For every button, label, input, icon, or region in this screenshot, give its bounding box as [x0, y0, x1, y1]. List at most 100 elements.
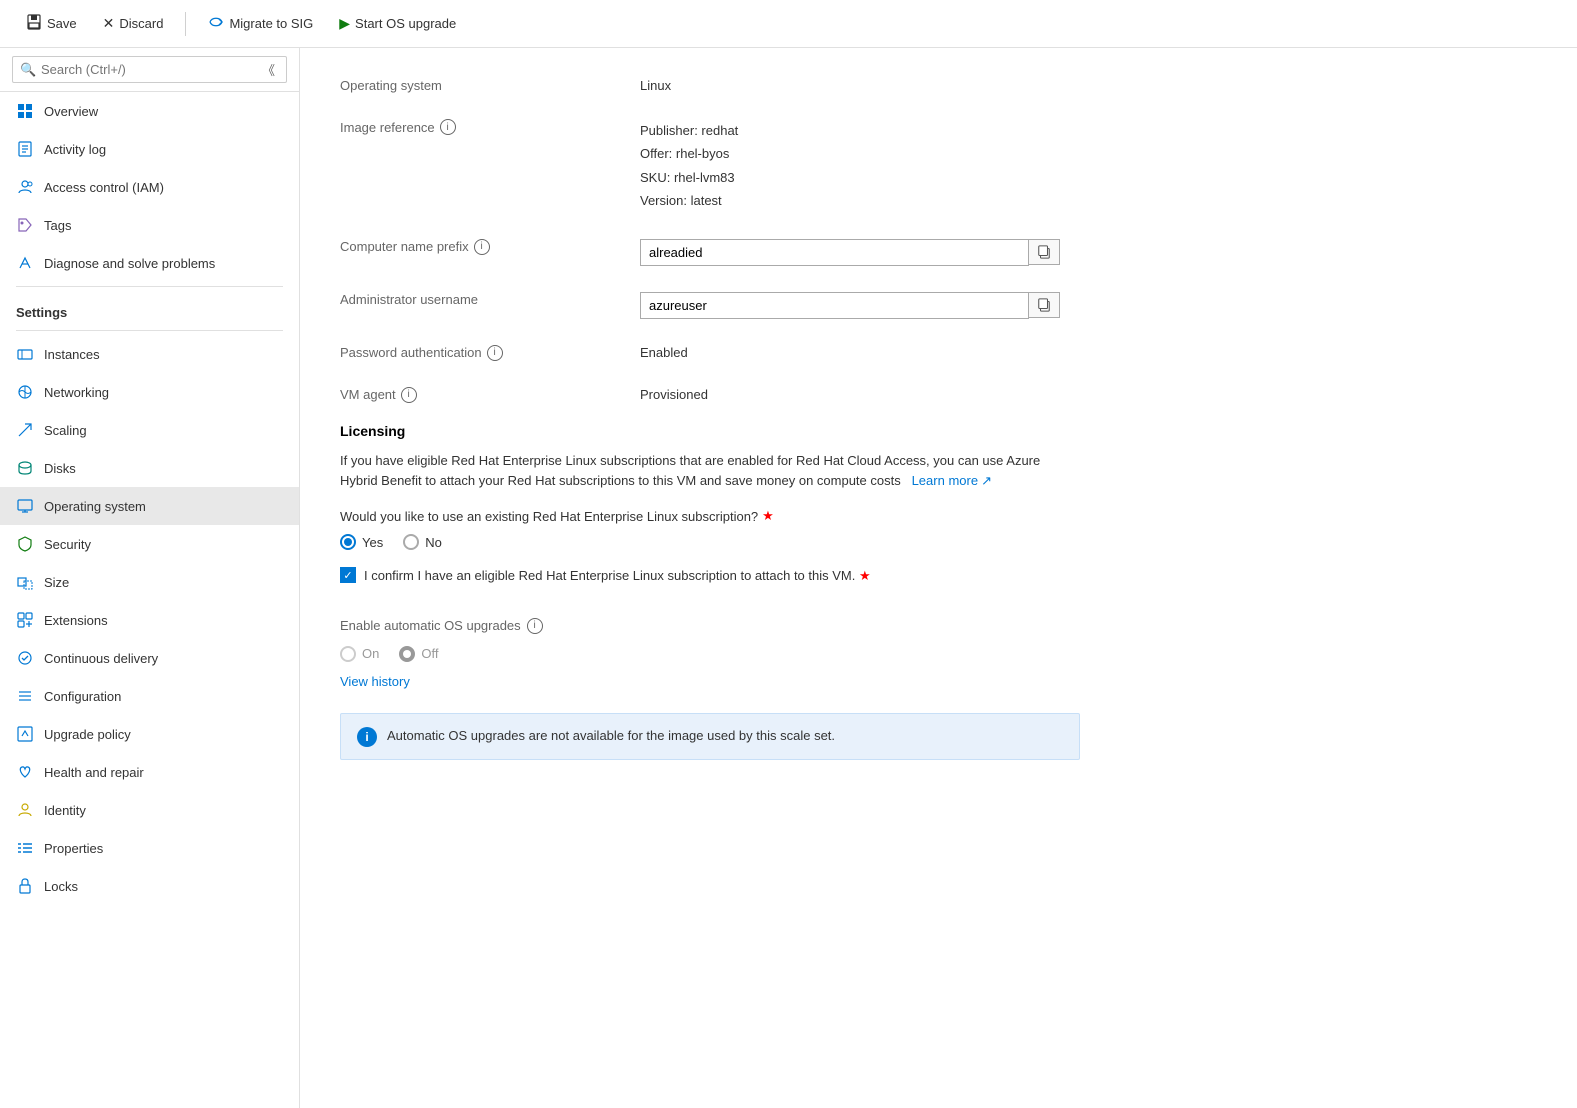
sidebar-item-disks[interactable]: Disks [0, 449, 299, 487]
sidebar-item-activity-log[interactable]: Activity log [0, 130, 299, 168]
admin-username-input-group [640, 292, 1060, 319]
instances-label: Instances [44, 347, 100, 362]
computer-name-copy-button[interactable] [1029, 239, 1060, 265]
vm-agent-info-icon[interactable]: i [401, 387, 417, 403]
computer-name-label: Computer name prefix i [340, 233, 640, 255]
scaling-icon [16, 421, 34, 439]
admin-username-input[interactable] [640, 292, 1029, 319]
checkbox-required-star: ★ [859, 568, 871, 583]
discard-label: Discard [119, 16, 163, 31]
computer-name-field-row: Computer name prefix i [340, 233, 1537, 266]
computer-name-info-icon[interactable]: i [474, 239, 490, 255]
os-value: Linux [640, 72, 1537, 93]
radio-yes[interactable]: Yes [340, 534, 383, 550]
sidebar-item-scaling[interactable]: Scaling [0, 411, 299, 449]
configuration-label: Configuration [44, 689, 121, 704]
identity-label: Identity [44, 803, 86, 818]
discard-button[interactable]: ✕ Discard [93, 10, 174, 37]
upgrade-button[interactable]: ▶ Start OS upgrade [329, 10, 466, 37]
checkbox-row: ✓ I confirm I have an eligible Red Hat E… [340, 566, 1060, 586]
learn-more-link[interactable]: Learn more ↗ [912, 471, 992, 492]
sidebar-item-instances[interactable]: Instances [0, 335, 299, 373]
os-upgrade-info-icon[interactable]: i [527, 618, 543, 634]
sidebar-item-diagnose[interactable]: Diagnose and solve problems [0, 244, 299, 282]
toggle-on[interactable]: On [340, 646, 379, 662]
toggle-off-circle [399, 646, 415, 662]
sidebar-item-upgrade-policy[interactable]: Upgrade policy [0, 715, 299, 753]
activity-log-icon [16, 140, 34, 158]
save-button[interactable]: Save [16, 9, 87, 38]
locks-label: Locks [44, 879, 78, 894]
health-repair-label: Health and repair [44, 765, 144, 780]
computer-name-value [640, 233, 1537, 266]
password-auth-value: Enabled [640, 339, 1537, 360]
copy-icon-2 [1037, 298, 1051, 312]
diagnose-label: Diagnose and solve problems [44, 256, 215, 271]
admin-username-field-row: Administrator username [340, 286, 1537, 319]
sidebar-item-security[interactable]: Security [0, 525, 299, 563]
os-upgrade-section: Enable automatic OS upgrades i On Off Vi… [340, 618, 1537, 760]
overview-label: Overview [44, 104, 98, 119]
radio-yes-circle [340, 534, 356, 550]
toolbar-divider [185, 12, 186, 36]
properties-icon [16, 839, 34, 857]
sidebar-item-continuous-delivery[interactable]: Continuous delivery [0, 639, 299, 677]
properties-label: Properties [44, 841, 103, 856]
discard-icon: ✕ [103, 15, 115, 32]
checkbox-label: I confirm I have an eligible Red Hat Ent… [364, 566, 871, 586]
info-banner: i Automatic OS upgrades are not availabl… [340, 713, 1080, 760]
toggle-on-circle [340, 646, 356, 662]
vm-agent-value: Provisioned [640, 381, 1537, 402]
licensing-section: Licensing If you have eligible Red Hat E… [340, 423, 1537, 586]
networking-icon [16, 383, 34, 401]
sidebar-item-tags[interactable]: Tags [0, 206, 299, 244]
view-history-link[interactable]: View history [340, 674, 410, 689]
sidebar-item-locks[interactable]: Locks [0, 867, 299, 905]
extensions-label: Extensions [44, 613, 108, 628]
main-layout: 🔍 《 Overview Activity log [0, 48, 1577, 1108]
subscription-question: Would you like to use an existing Red Ha… [340, 508, 1537, 524]
tags-icon [16, 216, 34, 234]
search-input[interactable] [12, 56, 287, 83]
os-label: Operating system [340, 72, 640, 93]
password-auth-info-icon[interactable]: i [487, 345, 503, 361]
overview-icon [16, 102, 34, 120]
sidebar-item-health-repair[interactable]: Health and repair [0, 753, 299, 791]
password-auth-field-row: Password authentication i Enabled [340, 339, 1537, 361]
sidebar-item-size[interactable]: Size [0, 563, 299, 601]
os-icon [16, 497, 34, 515]
vm-agent-label: VM agent i [340, 381, 640, 403]
save-label: Save [47, 16, 77, 31]
radio-yes-label: Yes [362, 535, 383, 550]
collapse-button[interactable]: 《 [262, 60, 275, 79]
save-icon [26, 14, 42, 33]
size-label: Size [44, 575, 69, 590]
required-star: ★ [762, 508, 774, 524]
iam-icon [16, 178, 34, 196]
sidebar-item-extensions[interactable]: Extensions [0, 601, 299, 639]
image-ref-info-icon[interactable]: i [440, 119, 456, 135]
sidebar-item-access-control[interactable]: Access control (IAM) [0, 168, 299, 206]
extensions-icon [16, 611, 34, 629]
sidebar-item-properties[interactable]: Properties [0, 829, 299, 867]
scaling-label: Scaling [44, 423, 87, 438]
radio-no[interactable]: No [403, 534, 442, 550]
content-area: Operating system Linux Image reference i… [300, 48, 1577, 1108]
computer-name-input[interactable] [640, 239, 1029, 266]
copy-icon [1037, 245, 1051, 259]
sidebar-item-identity[interactable]: Identity [0, 791, 299, 829]
sidebar-item-configuration[interactable]: Configuration [0, 677, 299, 715]
sidebar-item-networking[interactable]: Networking [0, 373, 299, 411]
sidebar-nav: Overview Activity log Access control (IA… [0, 92, 299, 1108]
migrate-label: Migrate to SIG [229, 16, 313, 31]
sidebar-item-operating-system[interactable]: Operating system [0, 487, 299, 525]
migrate-button[interactable]: Migrate to SIG [198, 9, 323, 38]
sidebar-item-overview[interactable]: Overview [0, 92, 299, 130]
toolbar: Save ✕ Discard Migrate to SIG ▶ Start OS… [0, 0, 1577, 48]
licensing-text: If you have eligible Red Hat Enterprise … [340, 451, 1060, 493]
locks-icon [16, 877, 34, 895]
confirm-checkbox[interactable]: ✓ [340, 567, 356, 583]
delivery-icon [16, 649, 34, 667]
admin-username-copy-button[interactable] [1029, 292, 1060, 318]
toggle-off[interactable]: Off [399, 646, 438, 662]
